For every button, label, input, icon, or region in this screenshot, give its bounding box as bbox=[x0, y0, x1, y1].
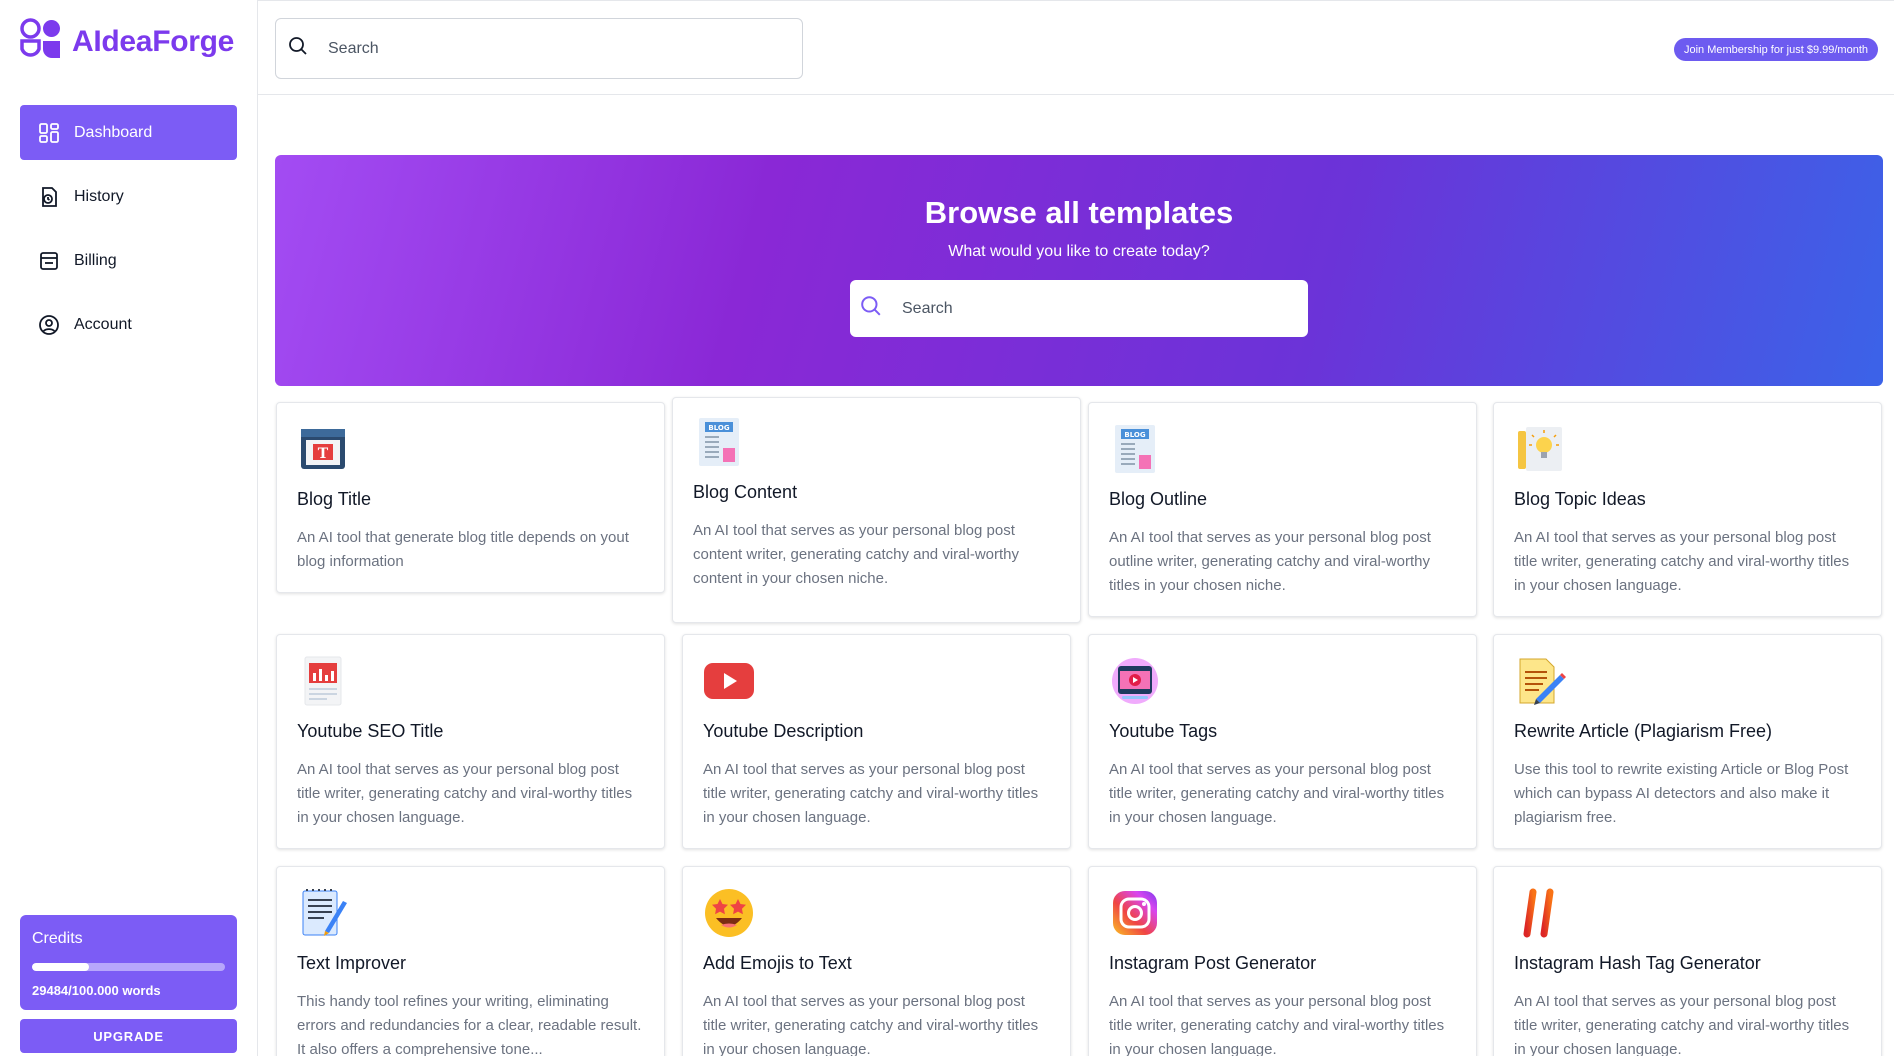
history-icon bbox=[38, 186, 60, 208]
template-card-instagram-post[interactable]: Instagram Post Generator An AI tool that… bbox=[1088, 866, 1477, 1056]
upgrade-button[interactable]: UPGRADE bbox=[20, 1019, 237, 1053]
logo[interactable]: AIdeaForge bbox=[20, 18, 234, 65]
app-name: AIdeaForge bbox=[72, 24, 235, 58]
template-description: An AI tool that serves as your personal … bbox=[1514, 993, 1850, 1056]
template-card-youtube-tags[interactable]: Youtube Tags An AI tool that serves as y… bbox=[1088, 634, 1477, 849]
template-title: Youtube SEO Title bbox=[297, 721, 444, 741]
template-description: An AI tool that serves as your personal … bbox=[297, 761, 633, 826]
svg-text:BLOG: BLOG bbox=[1124, 431, 1145, 439]
blog-title-icon: T bbox=[297, 423, 349, 475]
sidebar-nav: Dashboard History Billing Account bbox=[20, 105, 237, 361]
search-icon bbox=[860, 295, 882, 322]
template-description: An AI tool that serves as your personal … bbox=[703, 993, 1039, 1056]
credits-words: 29484/100.000 words bbox=[32, 983, 161, 998]
youtube-icon bbox=[703, 655, 755, 707]
sidebar-item-label: History bbox=[74, 187, 124, 205]
template-title: Instagram Post Generator bbox=[1109, 953, 1317, 973]
top-header: Join Membership for just $9.99/month bbox=[258, 0, 1894, 95]
template-description: An AI tool that serves as your personal … bbox=[1514, 529, 1850, 594]
template-description: An AI tool that serves as your personal … bbox=[693, 522, 1019, 587]
logo-icon bbox=[20, 18, 62, 65]
hashtag-icon bbox=[1514, 887, 1566, 939]
template-description: An AI tool that serves as your personal … bbox=[1109, 993, 1445, 1056]
credits-title: Credits bbox=[32, 930, 83, 947]
hero-subtitle: What would you like to create today? bbox=[948, 243, 1210, 260]
credits-progress-fill bbox=[32, 963, 89, 971]
sidebar-item-dashboard[interactable]: Dashboard bbox=[20, 105, 237, 160]
templates-hero: Browse all templates What would you like… bbox=[275, 155, 1883, 386]
template-card-youtube-description[interactable]: Youtube Description An AI tool that serv… bbox=[682, 634, 1071, 849]
template-description: Use this tool to rewrite existing Articl… bbox=[1514, 761, 1849, 826]
template-card-blog-title[interactable]: T Blog Title An AI tool that generate bl… bbox=[276, 402, 665, 593]
membership-button[interactable]: Join Membership for just $9.99/month bbox=[1673, 38, 1878, 61]
notepad-icon bbox=[297, 887, 349, 939]
template-card-blog-outline[interactable]: BLOG Blog Outline An AI tool that serves… bbox=[1088, 402, 1477, 617]
sidebar-item-billing[interactable]: Billing bbox=[20, 233, 237, 288]
star-eyes-emoji-icon bbox=[703, 887, 755, 939]
dashboard-icon bbox=[38, 122, 60, 144]
sidebar-item-label: Billing bbox=[74, 251, 117, 269]
credits-panel: Credits 29484/100.000 words bbox=[20, 915, 237, 1010]
sidebar-item-account[interactable]: Account bbox=[20, 297, 237, 352]
template-title: Rewrite Article (Plagiarism Free) bbox=[1514, 721, 1773, 741]
billing-icon bbox=[38, 250, 60, 272]
video-player-icon bbox=[1109, 655, 1161, 707]
pencil-paper-icon bbox=[1514, 655, 1566, 707]
account-icon bbox=[38, 314, 60, 336]
template-description: An AI tool that serves as your personal … bbox=[1109, 529, 1431, 594]
credits-progress-bar bbox=[32, 963, 225, 971]
template-title: Instagram Hash Tag Generator bbox=[1514, 953, 1761, 973]
svg-text:T: T bbox=[318, 446, 329, 462]
template-title: Blog Topic Ideas bbox=[1514, 489, 1646, 509]
lightbulb-icon bbox=[1514, 423, 1566, 475]
template-search-input[interactable] bbox=[902, 299, 1282, 318]
sidebar-item-history[interactable]: History bbox=[20, 169, 237, 224]
sidebar-item-label: Account bbox=[74, 315, 132, 333]
search-icon bbox=[288, 36, 308, 61]
sidebar: AIdeaForge Dashboard History Billing Acc… bbox=[0, 0, 258, 1056]
template-title: Text Improver bbox=[297, 953, 407, 973]
hero-title: Browse all templates bbox=[924, 195, 1234, 230]
template-title: Blog Title bbox=[297, 489, 372, 509]
seo-chart-icon bbox=[297, 655, 349, 707]
template-card-blog-topic-ideas[interactable]: Blog Topic Ideas An AI tool that serves … bbox=[1493, 402, 1882, 617]
template-title: Add Emojis to Text bbox=[703, 953, 852, 973]
instagram-icon bbox=[1109, 887, 1161, 939]
template-title: Youtube Tags bbox=[1109, 721, 1218, 741]
template-title: Blog Content bbox=[693, 482, 798, 502]
template-card-blog-content[interactable]: BLOG Blog Content An AI tool that serves… bbox=[672, 397, 1081, 623]
template-title: Youtube Description bbox=[703, 721, 864, 741]
template-card-instagram-hashtag[interactable]: Instagram Hash Tag Generator An AI tool … bbox=[1493, 866, 1882, 1056]
header-search-input[interactable] bbox=[328, 39, 768, 58]
template-description: An AI tool that serves as your personal … bbox=[1109, 761, 1445, 826]
blog-document-icon: BLOG bbox=[1109, 423, 1161, 475]
sidebar-item-label: Dashboard bbox=[74, 123, 153, 141]
template-description: An AI tool that serves as your personal … bbox=[703, 761, 1039, 826]
template-card-text-improver[interactable]: Text Improver This handy tool refines yo… bbox=[276, 866, 665, 1056]
template-card-youtube-seo-title[interactable]: Youtube SEO Title An AI tool that serves… bbox=[276, 634, 665, 849]
template-card-add-emojis[interactable]: Add Emojis to Text An AI tool that serve… bbox=[682, 866, 1071, 1056]
template-search[interactable] bbox=[850, 280, 1308, 337]
template-card-rewrite-article[interactable]: Rewrite Article (Plagiarism Free) Use th… bbox=[1493, 634, 1882, 849]
template-title: Blog Outline bbox=[1109, 489, 1208, 509]
template-description: An AI tool that generate blog title depe… bbox=[297, 529, 629, 570]
header-search[interactable] bbox=[275, 18, 803, 79]
template-description: This handy tool refines your writing, el… bbox=[297, 993, 642, 1056]
svg-text:BLOG: BLOG bbox=[708, 424, 729, 432]
blog-document-icon: BLOG bbox=[693, 416, 745, 468]
